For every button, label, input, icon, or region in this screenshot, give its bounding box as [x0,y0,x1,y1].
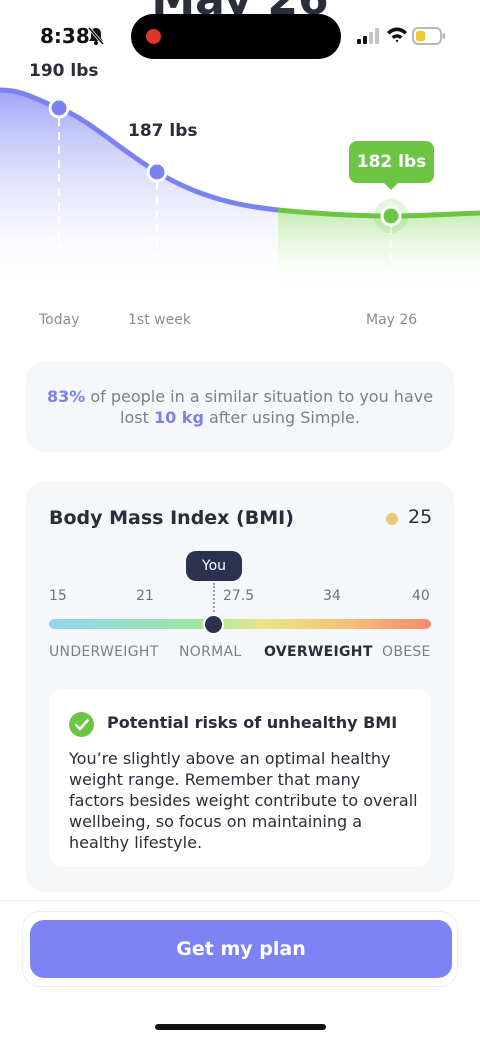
bmi-scale-bar [49,619,431,629]
bottom-action-bar: Get my plan [0,900,480,1040]
you-marker-tag: You [186,551,242,581]
battery-icon [412,27,445,45]
x-label-week: 1st week [128,312,191,328]
scale-number-15: 15 [49,588,67,604]
bmi-value: 25 [408,506,433,528]
recording-dot-icon [146,29,161,44]
category-underweight: UNDERWEIGHT [49,644,159,660]
stat-amount: 10 kg [153,408,204,427]
risk-title: Potential risks of unhealthy BMI [107,713,398,732]
category-obese: OBESE [382,644,431,660]
get-my-plan-button[interactable]: Get my plan [30,920,452,978]
scale-number-21: 21 [136,588,154,604]
bmi-risk-box: Potential risks of unhealthy BMI You’re … [49,689,431,867]
success-stat-card: 83% of people in a similar situation to … [26,362,454,452]
bmi-scale-knob [203,614,224,635]
cta-container: Get my plan [22,911,458,987]
bmi-status-dot [386,513,398,525]
goal-weight-tooltip: 182 lbs [349,141,434,190]
scale-number-27-5: 27.5 [223,588,255,604]
bell-slash-icon [87,27,105,45]
scale-number-40: 40 [412,588,430,604]
home-indicator[interactable] [155,1024,326,1030]
status-bar: 8:38 [0,0,480,70]
wifi-icon [387,27,407,43]
category-normal: NORMAL [179,644,242,660]
stat-text-b: after using Simple. [203,408,360,427]
dynamic-island [131,14,341,59]
bmi-title: Body Mass Index (BMI) [49,507,294,529]
point-today [48,97,70,119]
category-overweight: OVERWEIGHT [264,644,373,660]
risk-description: You’re slightly above an optimal healthy… [69,749,418,852]
status-time: 8:38 [40,24,90,48]
point-goal [380,205,402,227]
point-week [146,161,168,183]
signal-icon [357,28,379,44]
check-circle-icon [69,712,94,737]
stat-percent: 83% [46,387,86,406]
bmi-card: Body Mass Index (BMI) 25 You 15 21 27.5 … [26,482,454,892]
x-label-goal: May 26 [366,312,418,328]
point-label-week: 187 lbs [128,121,198,141]
x-label-today: Today [39,312,80,328]
scale-number-34: 34 [323,588,341,604]
